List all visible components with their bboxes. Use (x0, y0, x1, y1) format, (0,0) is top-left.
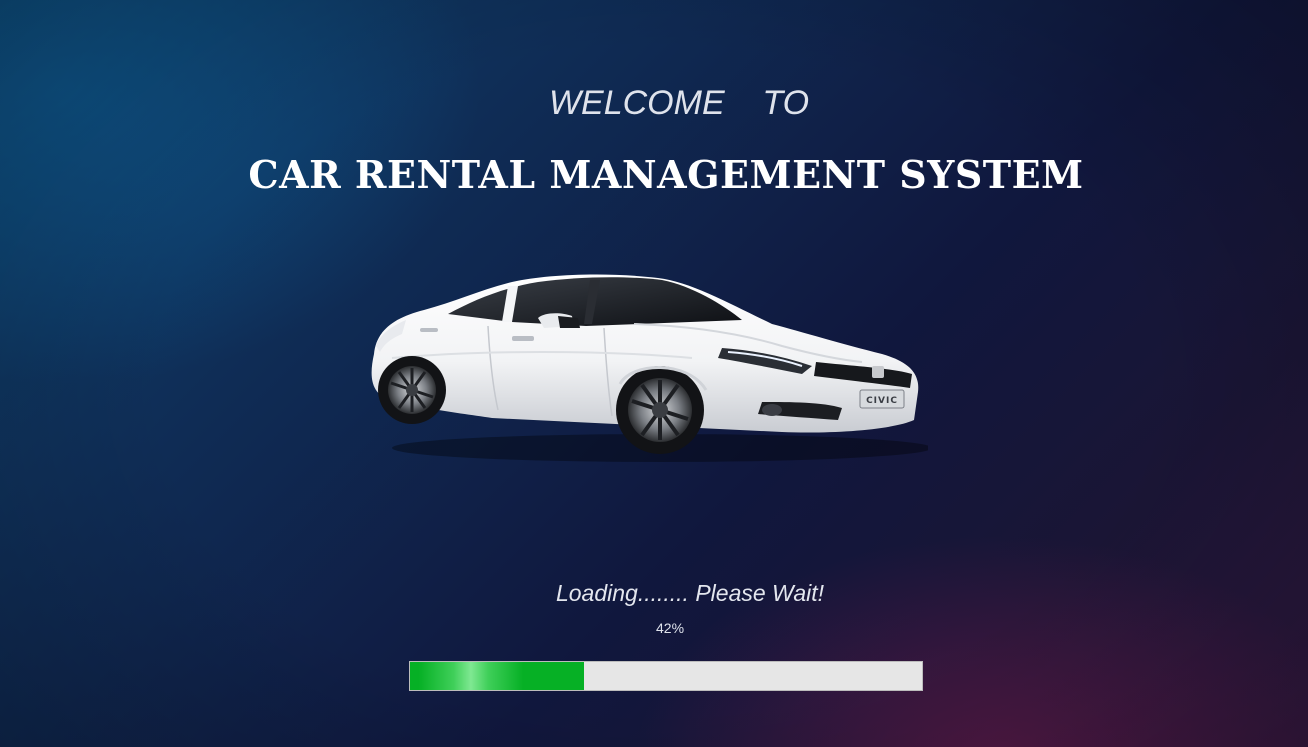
loading-text: Loading........ Please Wait! (555, 580, 825, 606)
progress-bar-fill (410, 662, 585, 690)
car-image: CIVIC (371, 274, 928, 462)
welcome-text: WELCOME TO (548, 84, 810, 122)
app-title: CAR RENTAL MANAGEMENT SYSTEM (248, 152, 1084, 197)
splash-screen: WELCOME TO CAR RENTAL MANAGEMENT SYSTEM (0, 0, 1308, 747)
car-badge: CIVIC (866, 396, 898, 406)
progress-percentage: 42% (656, 620, 685, 636)
loading-progress-bar (409, 661, 923, 691)
